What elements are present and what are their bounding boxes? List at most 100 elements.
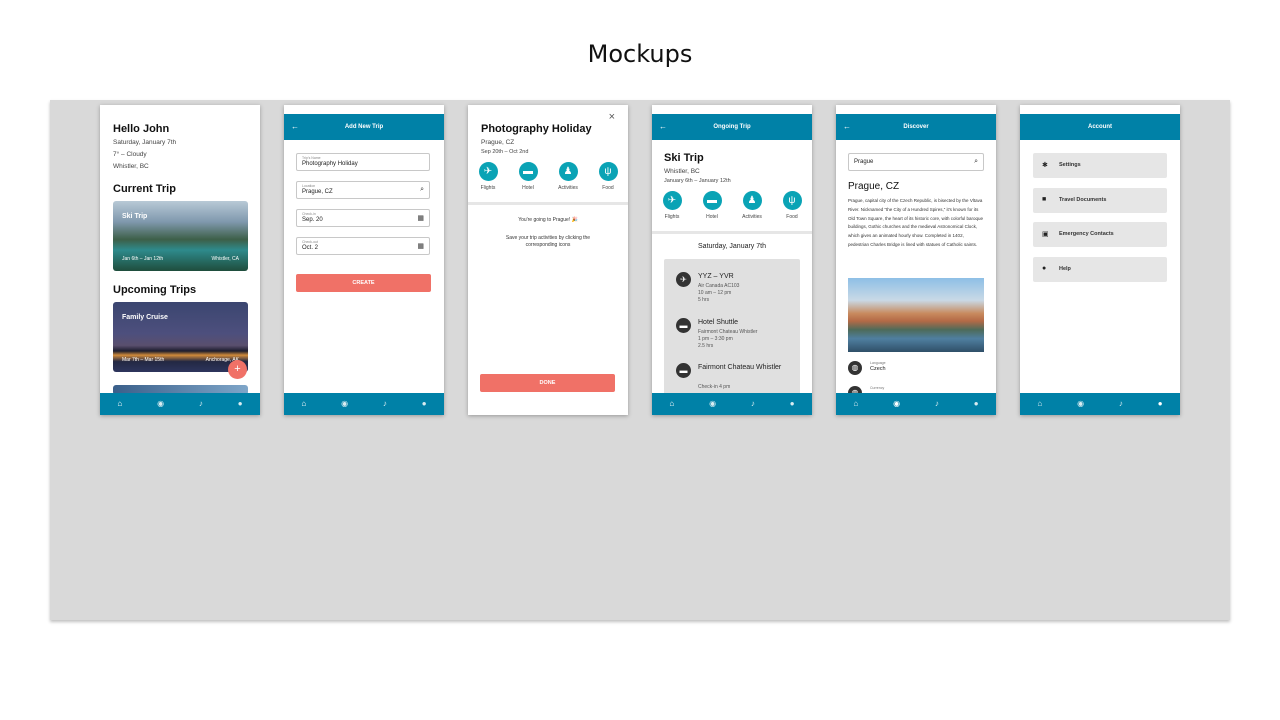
trip-title: Ski Trip: [664, 152, 704, 164]
category-row: ✈ Flights ▬ Hotel ♟ Activities ψ Food: [652, 191, 812, 220]
bell-icon[interactable]: ♪: [935, 400, 939, 408]
close-icon[interactable]: ×: [609, 111, 615, 123]
contact-card-icon: ▣: [1042, 231, 1049, 238]
compass-icon[interactable]: ◉: [1077, 400, 1084, 408]
home-icon[interactable]: ⌂: [1037, 400, 1042, 408]
done-button[interactable]: DONE: [480, 374, 615, 392]
home-icon[interactable]: ⌂: [669, 400, 674, 408]
category-label: Flights: [664, 214, 680, 220]
item-label: Travel Documents: [1059, 197, 1107, 203]
location-field[interactable]: Location Prague, CZ ⌕: [296, 181, 430, 199]
upcoming-trip-card[interactable]: Family Cruise Mar 7th – Mar 15th Anchora…: [113, 302, 248, 372]
food-category[interactable]: ψ Food: [590, 162, 626, 191]
item-detail: 10 am – 12 pm: [698, 290, 732, 296]
field-label: Check-out: [302, 240, 318, 244]
item-label: Help: [1059, 266, 1071, 272]
search-value: Prague: [854, 159, 874, 165]
back-arrow-icon[interactable]: ←: [843, 114, 851, 140]
card-dates: Jan 6th – Jan 12th: [122, 256, 164, 262]
person-icon[interactable]: ●: [974, 400, 979, 408]
category-row: ✈ Flights ▬ Hotel ♟ Activities ψ Food: [468, 162, 628, 191]
category-label: Hotel: [706, 214, 718, 220]
app-bar: ← Ongoing Trip: [652, 114, 812, 140]
bell-icon[interactable]: ♪: [383, 400, 387, 408]
app-bar: ← Add New Trip: [284, 114, 444, 140]
utensils-icon: ψ: [598, 162, 618, 181]
app-bar-title: Ongoing Trip: [713, 124, 751, 130]
app-bar: ← Discover: [836, 114, 996, 140]
check-in-field[interactable]: Check-in Sep. 20 ▦: [296, 209, 430, 227]
food-category[interactable]: ψ Food: [774, 191, 810, 220]
field-value: Photography Holiday: [302, 161, 358, 167]
add-trip-screen: ← Add New Trip Trip's Name Photography H…: [284, 105, 444, 415]
instruction-message: Save your trip activities by clicking th…: [505, 235, 591, 248]
home-icon[interactable]: ⌂: [117, 400, 122, 408]
create-button[interactable]: CREATE: [296, 274, 431, 292]
help-item[interactable]: ● Help: [1033, 257, 1167, 282]
search-input[interactable]: Prague ⌕: [848, 153, 984, 171]
hotel-category[interactable]: ▬ Hotel: [510, 162, 546, 191]
trip-dates: Sep 20th – Oct 2nd: [481, 149, 529, 155]
folder-icon: ■: [1042, 196, 1047, 203]
plane-icon: ✈: [478, 162, 498, 181]
activities-category[interactable]: ♟ Activities: [734, 191, 770, 220]
page-title: Mockups: [587, 40, 693, 68]
back-arrow-icon[interactable]: ←: [291, 114, 299, 140]
bell-icon[interactable]: ♪: [199, 400, 203, 408]
date-text: Saturday, January 7th: [113, 139, 177, 146]
hotel-category[interactable]: ▬ Hotel: [694, 191, 730, 220]
bell-icon[interactable]: ♪: [1119, 400, 1123, 408]
plane-icon: ✈: [662, 191, 682, 210]
current-trip-card[interactable]: Ski Trip Jan 6th – Jan 12th Whistler, CA: [113, 201, 248, 271]
emergency-contacts-item[interactable]: ▣ Emergency Contacts: [1033, 222, 1167, 247]
back-arrow-icon[interactable]: ←: [659, 114, 667, 140]
card-title: Ski Trip: [122, 213, 148, 220]
home-icon[interactable]: ⌂: [853, 400, 858, 408]
item-detail: 1 pm – 3:30 pm: [698, 336, 733, 342]
bell-icon[interactable]: ♪: [751, 400, 755, 408]
activities-category[interactable]: ♟ Activities: [550, 162, 586, 191]
category-label: Food: [786, 214, 798, 220]
add-trip-fab[interactable]: +: [228, 360, 247, 379]
search-icon[interactable]: ⌕: [420, 186, 424, 194]
trip-title: Photography Holiday: [481, 123, 592, 135]
compass-icon[interactable]: ◉: [893, 400, 900, 408]
hiking-icon: ♟: [742, 191, 762, 210]
search-icon[interactable]: ⌕: [974, 158, 978, 166]
utensils-icon: ψ: [782, 191, 802, 210]
trip-created-screen: × Photography Holiday Prague, CZ Sep 20t…: [468, 105, 628, 415]
compass-icon[interactable]: ◉: [341, 400, 348, 408]
category-label: Activities: [742, 214, 762, 220]
item-label: Emergency Contacts: [1059, 231, 1114, 237]
person-icon[interactable]: ●: [422, 400, 427, 408]
help-icon: ●: [1042, 265, 1047, 272]
compass-icon[interactable]: ◉: [157, 400, 164, 408]
settings-item[interactable]: ✱ Settings: [1033, 153, 1167, 178]
travel-documents-item[interactable]: ■ Travel Documents: [1033, 188, 1167, 213]
calendar-icon[interactable]: ▦: [417, 242, 424, 250]
bottom-nav: ⌂ ◉ ♪ ●: [836, 393, 996, 415]
bed-icon: ▬: [676, 318, 691, 333]
person-icon[interactable]: ●: [238, 400, 243, 408]
globe-icon: ◍: [848, 361, 862, 375]
person-icon[interactable]: ●: [1158, 400, 1163, 408]
person-icon[interactable]: ●: [790, 400, 795, 408]
field-label: Trip's Name: [302, 156, 321, 160]
flights-category[interactable]: ✈ Flights: [470, 162, 506, 191]
bed-icon: ▬: [676, 363, 691, 378]
bottom-nav: ⌂ ◉ ♪ ●: [1020, 393, 1180, 415]
app-bar-title: Discover: [903, 124, 929, 130]
trip-name-field[interactable]: Trip's Name Photography Holiday: [296, 153, 430, 171]
calendar-icon[interactable]: ▦: [417, 214, 424, 222]
compass-icon[interactable]: ◉: [709, 400, 716, 408]
check-out-field[interactable]: Check-out Oct. 2 ▦: [296, 237, 430, 255]
bottom-nav: ⌂ ◉ ♪ ●: [284, 393, 444, 415]
item-detail: 2.5 hrs: [698, 343, 714, 349]
card-place: Whistler, CA: [211, 256, 239, 262]
item-detail: Check-in 4 pm: [698, 384, 731, 390]
bed-icon: ▬: [702, 191, 722, 210]
flights-category[interactable]: ✈ Flights: [654, 191, 690, 220]
meta-label: Language: [870, 361, 886, 365]
divider: [652, 231, 812, 234]
home-icon[interactable]: ⌂: [301, 400, 306, 408]
